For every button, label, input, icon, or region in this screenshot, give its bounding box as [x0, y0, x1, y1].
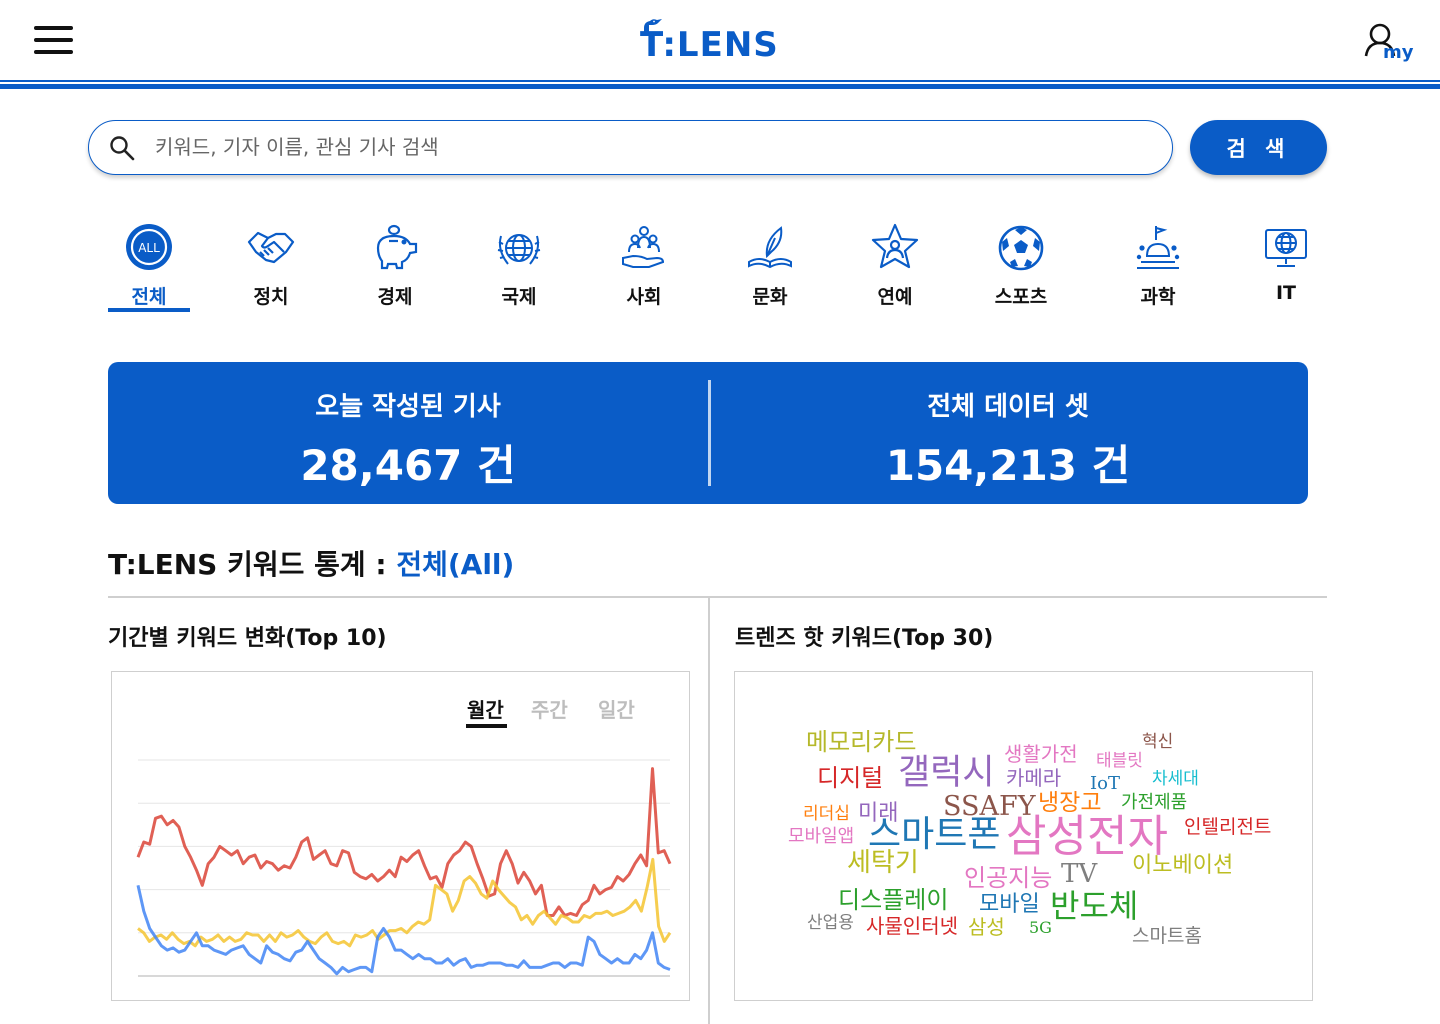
keyword-cloud-word[interactable]: 가전제품 [1121, 794, 1187, 812]
search-input[interactable] [155, 131, 1135, 163]
keyword-cloud-word[interactable]: 갤럭시 [898, 756, 995, 791]
stat-title: 오늘 작성된 기사 [315, 392, 501, 422]
category-tab-science[interactable]: 과학 [1117, 222, 1199, 314]
category-label: 문화 [752, 286, 788, 308]
category-label: 국제 [501, 286, 537, 308]
category-label: 사회 [626, 286, 662, 308]
keyword-cloud-word[interactable]: 디스플레이 [838, 888, 948, 912]
keyword-cloud-word[interactable]: 모바일 [979, 894, 1040, 916]
column-divider [708, 598, 710, 1024]
category-tab-economy[interactable]: 경제 [354, 222, 436, 314]
keyword-cloud-word[interactable]: 인공지능 [964, 866, 1052, 890]
bird-logo-icon [644, 19, 662, 36]
svg-text:ALL: ALL [138, 241, 160, 255]
star-person-icon [871, 223, 919, 269]
keyword-cloud-word[interactable]: 카메라 [1006, 768, 1061, 788]
keyword-cloud-word[interactable]: 혁신 [1142, 734, 1173, 751]
hot-keywords-title: 트렌즈 핫 키워드(Top 30) [735, 626, 994, 651]
globe-laurel-icon [497, 234, 541, 265]
stat-title: 전체 데이터 셋 [927, 392, 1089, 422]
keyword-cloud-word[interactable]: 반도체 [1050, 890, 1138, 922]
soccer-ball-icon [998, 225, 1044, 271]
active-tab-underline [108, 308, 190, 312]
category-tab-it[interactable]: IT [1245, 222, 1327, 314]
stat-value: 28,467 건 [300, 441, 516, 490]
piggy-bank-icon [376, 224, 418, 270]
today-articles-stat: 오늘 작성된 기사 28,467 건 [108, 362, 708, 504]
people-hand-icon [622, 226, 665, 268]
category-label: 전체 [131, 286, 167, 308]
tab-weekly[interactable]: 주간 [531, 694, 568, 723]
my-account-button[interactable]: my [1362, 22, 1416, 68]
keyword-cloud-word[interactable]: TV [1061, 861, 1097, 887]
logo[interactable]: T:LENS [640, 14, 779, 70]
app-header: T:LENS my [0, 0, 1440, 88]
keyword-cloud-word[interactable]: 사물인터넷 [866, 916, 958, 936]
header-divider [0, 80, 1440, 82]
keyword-cloud-word[interactable]: 메모리카드 [806, 730, 916, 754]
search-icon[interactable] [109, 135, 135, 161]
tab-monthly[interactable]: 월간 [467, 694, 504, 723]
keyword-cloud-word[interactable]: 차세대 [1152, 771, 1199, 788]
category-tab-entertainment[interactable]: 연예 [854, 222, 936, 314]
keyword-cloud-word[interactable]: 스마트홈 [1132, 927, 1202, 946]
stats-banner: 오늘 작성된 기사 28,467 건 전체 데이터 셋 154,213 건 [108, 362, 1308, 504]
flask-icon [1136, 226, 1180, 269]
category-tab-all[interactable]: ALL 전체 [108, 222, 190, 314]
category-tab-politics[interactable]: 정치 [230, 222, 312, 314]
keyword-cloud-word[interactable]: 리더십 [803, 806, 850, 823]
keyword-cloud-word[interactable]: 디지털 [817, 766, 883, 790]
category-label: 연예 [877, 286, 913, 308]
category-tab-sports[interactable]: 스포츠 [980, 222, 1062, 314]
tab-daily[interactable]: 일간 [598, 694, 635, 723]
trend-chart-title: 기간별 키워드 변화(Top 10) [108, 626, 387, 651]
category-label: IT [1275, 282, 1297, 304]
category-tab-culture[interactable]: 문화 [729, 222, 811, 314]
stat-value: 154,213 건 [885, 441, 1131, 490]
all-icon: ALL [126, 224, 172, 270]
keyword-stats-category: 전체(All) [396, 548, 515, 581]
keyword-cloud-word[interactable]: 생활가전 [1004, 744, 1078, 764]
total-dataset-stat: 전체 데이터 셋 154,213 건 [708, 362, 1308, 504]
handshake-icon [247, 231, 295, 264]
header-accent-bar [0, 84, 1440, 89]
my-label: my [1383, 42, 1414, 63]
keyword-cloud-word[interactable]: 삼성 [968, 917, 1005, 937]
category-label: 경제 [377, 286, 413, 308]
keyword-cloud-word[interactable]: 태블릿 [1096, 753, 1143, 770]
keyword-cloud-word[interactable]: 산업용 [807, 915, 854, 932]
category-label: 정치 [253, 286, 289, 308]
keyword-cloud-word[interactable]: 모바일앱 [788, 828, 854, 846]
quill-book-icon [748, 226, 792, 269]
search-button[interactable]: 검 색 [1190, 120, 1327, 175]
keyword-cloud-word[interactable]: 이노베이션 [1132, 855, 1233, 877]
category-tab-society[interactable]: 사회 [603, 222, 685, 314]
hamburger-menu-icon[interactable] [34, 26, 74, 54]
keyword-cloud-word[interactable]: 세탁기 [847, 850, 919, 876]
category-tab-world[interactable]: 국제 [478, 222, 560, 314]
monitor-globe-icon [1265, 229, 1307, 267]
keyword-cloud-word[interactable]: 인텔리전트 [1184, 818, 1271, 837]
period-tab-underline [466, 724, 507, 728]
keyword-stats-prefix: T:LENS 키워드 통계 : [108, 548, 387, 581]
category-label: 과학 [1140, 286, 1176, 308]
keyword-cloud-word[interactable]: 5G [1029, 920, 1052, 936]
keyword-stats-title: T:LENS 키워드 통계 : 전체(All) [108, 543, 514, 583]
search-bar [88, 120, 1173, 175]
section-divider [108, 596, 1327, 598]
category-label: 스포츠 [994, 286, 1048, 308]
